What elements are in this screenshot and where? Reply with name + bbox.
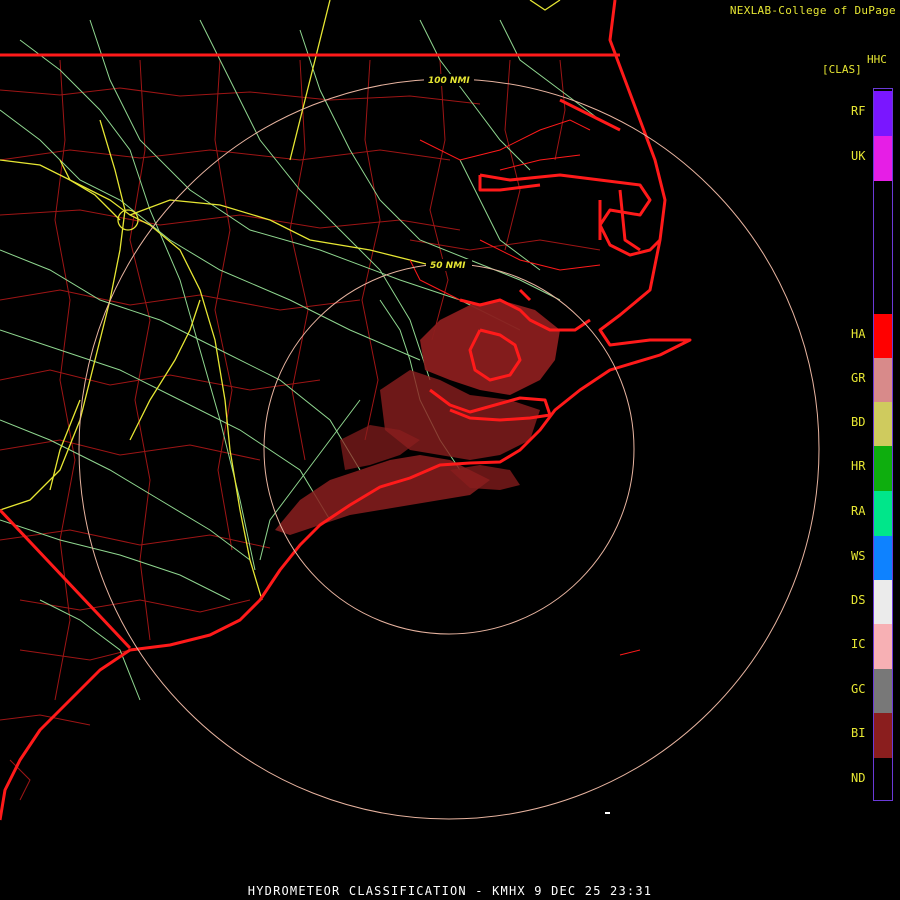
color-legend bbox=[873, 88, 893, 801]
legend-swatch-ds bbox=[874, 579, 892, 625]
legend-label-ws: WS bbox=[851, 549, 866, 563]
legend-label-bd: BD bbox=[851, 415, 866, 429]
legend-label-hr: HR bbox=[851, 459, 866, 473]
legend-swatch-rf bbox=[874, 90, 892, 136]
legend-label-ha: HA bbox=[851, 327, 866, 341]
legend-label-uk: UK bbox=[851, 149, 866, 163]
legend-label-ds: DS bbox=[851, 593, 866, 607]
range-ring-100-label: 100 NMI bbox=[428, 76, 470, 86]
legend-label-ra: RA bbox=[851, 504, 866, 518]
legend-label-bi: BI bbox=[851, 726, 866, 740]
legend-swatch-uk bbox=[874, 135, 892, 181]
legend-label-ic: IC bbox=[851, 637, 866, 651]
legend-label-nd: ND bbox=[851, 771, 866, 785]
legend-swatch-gc bbox=[874, 668, 892, 714]
legend-label-rf: RF bbox=[851, 104, 866, 118]
legend-swatch-ws bbox=[874, 535, 892, 581]
legend-swatch-ic bbox=[874, 623, 892, 669]
legend-label-gc: GC bbox=[851, 682, 866, 696]
legend-swatch-bi bbox=[874, 712, 892, 758]
coastline-and-state-borders bbox=[0, 0, 692, 821]
radar-map: 50 NMI 100 NMI bbox=[0, 0, 820, 821]
legend-swatch-bd bbox=[874, 401, 892, 447]
legend-swatch-ra bbox=[874, 490, 892, 536]
legend-label-gr: GR bbox=[851, 371, 866, 385]
nexlab-credit: NEXLAB-College of DuPage bbox=[729, 4, 896, 17]
product-subcode: [CLAS] bbox=[822, 63, 862, 76]
radar-artifact bbox=[605, 812, 610, 814]
product-code: HHC bbox=[867, 53, 887, 66]
radar-display: 50 NMI 100 NMI NEXLAB-College of DuPage … bbox=[0, 0, 900, 900]
range-ring-50-label: 50 NMI bbox=[430, 261, 466, 271]
product-footer: HYDROMETEOR CLASSIFICATION - KMHX 9 DEC … bbox=[247, 884, 653, 898]
legend-swatch-ha bbox=[874, 313, 892, 359]
legend-swatch-gr bbox=[874, 357, 892, 403]
legend-swatch-hr bbox=[874, 445, 892, 491]
